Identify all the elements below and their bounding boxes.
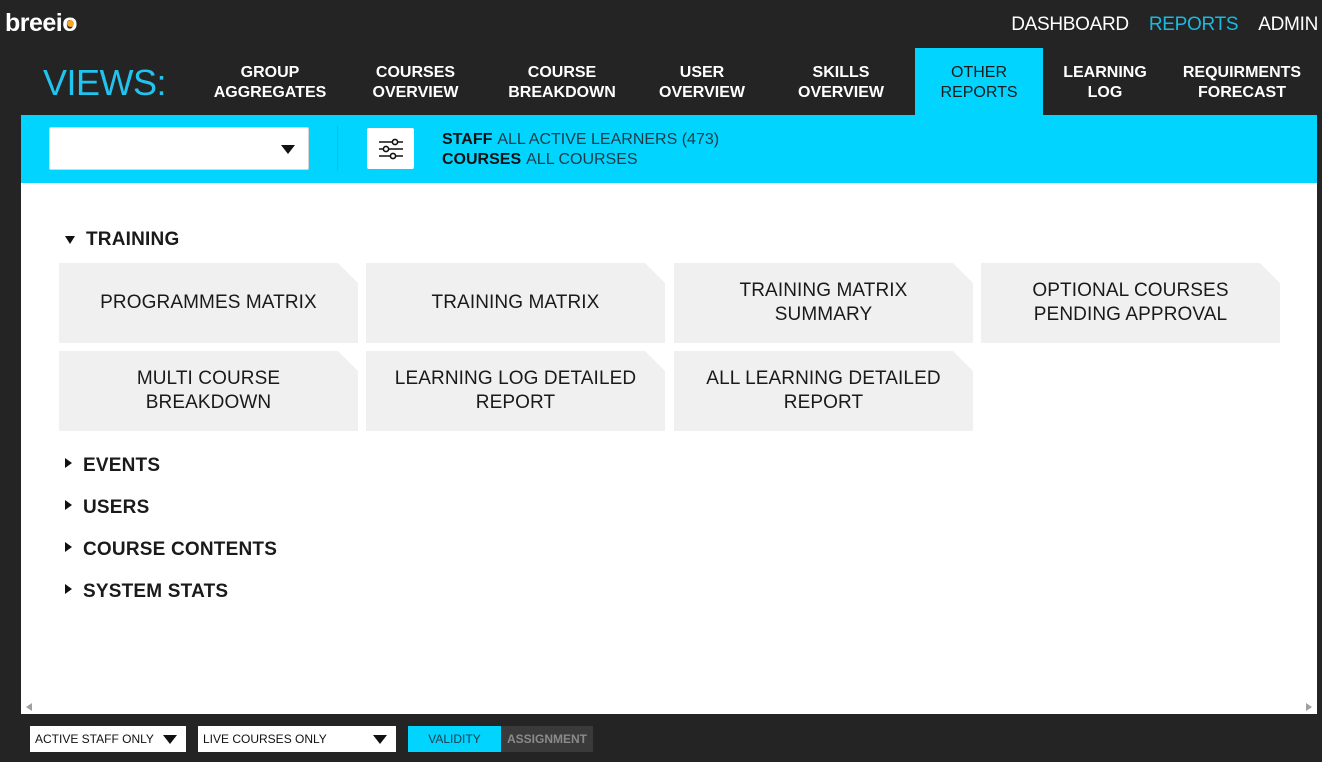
tab-other-reports[interactable]: OTHER REPORTS [915,48,1043,115]
section-users-label: USERS [83,497,150,518]
tab-label: COURSE BREAKDOWN [508,63,616,101]
card-label: OPTIONAL COURSES PENDING APPROVAL [1032,280,1229,325]
filter-summary: STAFF ALL ACTIVE LEARNERS (473) COURSES AL… [442,130,719,170]
section-training-label: TRAINING [86,229,180,250]
sliders-icon [378,138,403,159]
assignment-toggle[interactable]: ASSIGNMENT [501,726,593,752]
tab-label: COURSES OVERVIEW [372,63,459,101]
chevron-down-icon [373,735,387,744]
section-course-contents-label: COURSE CONTENTS [83,539,278,560]
section-system-stats-label: SYSTEM STATS [83,581,229,602]
tab-label: OTHER REPORTS [940,63,1018,101]
section-events-label: EVENTS [83,455,161,476]
card-label: PROGRAMMES MATRIX [100,292,317,313]
tab-courses-overview[interactable]: COURSES OVERVIEW [344,48,487,115]
caret-right-icon [65,458,72,468]
chevron-down-icon [163,735,177,744]
staff-status-select[interactable]: ACTIVE STAFF ONLY [30,726,186,752]
report-card-programmes-matrix[interactable]: PROGRAMMES MATRIX [59,263,358,343]
tab-label: SKILLS OVERVIEW [798,63,884,101]
courses-value: ALL COURSES [526,151,638,168]
nav-admin[interactable]: ADMIN [1258,14,1318,36]
filter-bar: STAFF ALL ACTIVE LEARNERS (473) COURSES AL… [21,115,1317,183]
tab-learning-log[interactable]: LEARNING LOG [1043,48,1167,115]
card-label: TRAINING MATRIX SUMMARY [739,280,908,325]
report-card-multi-course-breakdown[interactable]: MULTI COURSE BREAKDOWN [59,351,358,431]
scroll-right-icon[interactable] [1306,703,1312,711]
report-card-training-matrix-summary[interactable]: TRAINING MATRIX SUMMARY [674,263,973,343]
section-training-toggle[interactable]: TRAINING [65,229,179,251]
tab-label: GROUP AGGREGATES [213,63,327,101]
report-card-optional-courses-pending[interactable]: OPTIONAL COURSES PENDING APPROVAL [981,263,1280,343]
logo-letter-o: o [62,9,77,37]
card-label: TRAINING MATRIX [431,292,600,313]
tab-user-overview[interactable]: USER OVERVIEW [637,48,767,115]
report-card-all-learning-detailed[interactable]: ALL LEARNING DETAILED REPORT [674,351,973,431]
validity-toggle[interactable]: VALIDITY [408,726,501,752]
staff-value: ALL ACTIVE LEARNERS (473) [497,131,720,148]
card-label: ALL LEARNING DETAILED REPORT [706,368,941,413]
caret-right-icon [65,584,72,594]
chevron-down-icon [281,145,295,154]
card-label: LEARNING LOG DETAILED REPORT [394,368,637,413]
top-navigation: DASHBOARD REPORTS ADMIN [1011,14,1318,36]
tab-label: REQUIRMENTS FORECAST [1182,63,1302,101]
staff-status-value: ACTIVE STAFF ONLY [35,732,154,746]
staff-filter-line: STAFF ALL ACTIVE LEARNERS (473) [442,130,719,150]
caret-right-icon [65,542,72,552]
report-card-training-matrix[interactable]: TRAINING MATRIX [366,263,665,343]
nav-dashboard[interactable]: DASHBOARD [1011,14,1129,36]
report-select[interactable] [49,127,309,170]
courses-label: COURSES [442,151,522,168]
filter-settings-button[interactable] [367,128,414,169]
card-label: MULTI COURSE BREAKDOWN [136,368,281,413]
section-events-toggle[interactable]: EVENTS [65,455,160,477]
caret-right-icon [65,500,72,510]
divider [337,125,338,171]
scroll-left-icon[interactable] [26,703,32,711]
course-status-select[interactable]: LIVE COURSES ONLY [198,726,396,752]
breeio-logo[interactable]: breeio [5,9,78,37]
nav-reports[interactable]: REPORTS [1149,14,1239,36]
horizontal-scrollbar[interactable] [21,700,1317,714]
tab-requirements-forecast[interactable]: REQUIRMENTS FORECAST [1167,48,1317,115]
section-course-contents-toggle[interactable]: COURSE CONTENTS [65,539,277,561]
logo-dot-icon [67,20,75,27]
report-card-learning-log-detailed[interactable]: LEARNING LOG DETAILED REPORT [366,351,665,431]
tab-course-breakdown[interactable]: COURSE BREAKDOWN [487,48,637,115]
tab-label: LEARNING LOG [1063,63,1147,101]
views-tabs: GROUP AGGREGATES COURSES OVERVIEW COURSE… [196,48,1317,115]
tab-group-aggregates[interactable]: GROUP AGGREGATES [196,48,344,115]
caret-down-icon [65,236,75,244]
reports-panel: TRAINING PROGRAMMES MATRIX TRAINING MATR… [21,183,1317,714]
tab-skills-overview[interactable]: SKILLS OVERVIEW [767,48,915,115]
section-users-toggle[interactable]: USERS [65,497,149,519]
course-status-value: LIVE COURSES ONLY [203,732,327,746]
tab-label: USER OVERVIEW [659,63,745,101]
staff-label: STAFF [442,131,493,148]
logo-text: breeio [5,9,78,37]
courses-filter-line: COURSES ALL COURSES [442,150,719,170]
views-label: VIEWS: [43,62,167,103]
section-system-stats-toggle[interactable]: SYSTEM STATS [65,581,228,603]
